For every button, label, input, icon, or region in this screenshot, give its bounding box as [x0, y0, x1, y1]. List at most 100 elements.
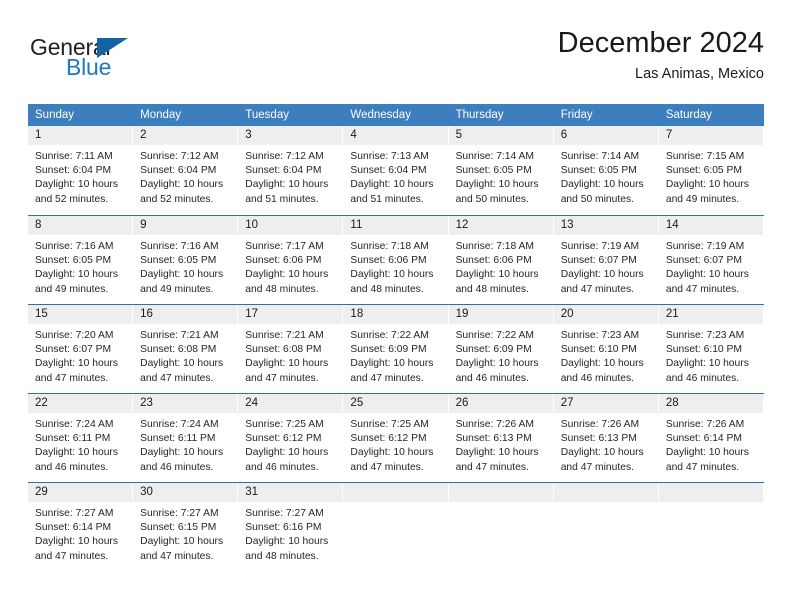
- day-cell[interactable]: 2 Sunrise: 7:12 AM Sunset: 6:04 PM Daylight…: [133, 126, 239, 215]
- day-details: Sunrise: 7:18 AM Sunset: 6:06 PM Daylight:…: [343, 235, 448, 297]
- sunset-text: Sunset: 6:05 PM: [455, 165, 532, 177]
- day-cell[interactable]: 1 Sunrise: 7:11 AM Sunset: 6:04 PM Daylight…: [28, 126, 134, 215]
- day-cell[interactable]: 27 Sunrise: 7:26 AM Sunset: 6:13 PM Dayligh…: [553, 394, 659, 482]
- sunrise-text: Sunrise: 7:25 AM: [245, 419, 324, 430]
- day-number-band: 4: [343, 126, 449, 145]
- sunset-text: Sunset: 6:04 PM: [140, 165, 217, 177]
- daylight-text-cont: and 47 minutes.: [350, 372, 424, 384]
- daylight-text: Daylight: 10 hours: [350, 179, 434, 191]
- daylight-text-cont: and 47 minutes.: [140, 372, 214, 384]
- day-number: 26: [455, 397, 469, 409]
- sunset-text: Sunset: 6:08 PM: [245, 344, 322, 356]
- day-cell[interactable]: 18 Sunrise: 7:22 AM Sunset: 6:09 PM Dayligh…: [343, 305, 449, 393]
- day-number-band: 6: [553, 126, 659, 145]
- day-number: 20: [560, 308, 574, 320]
- day-cell[interactable]: 13 Sunrise: 7:19 AM Sunset: 6:07 PM Dayligh…: [553, 216, 659, 304]
- day-details: Sunrise: 7:26 AM Sunset: 6:13 PM Daylight:…: [554, 413, 659, 475]
- day-number: 5: [455, 129, 462, 141]
- day-number-band: 9: [133, 216, 239, 235]
- day-cell[interactable]: 4 Sunrise: 7:13 AM Sunset: 6:04 PM Daylight…: [343, 126, 449, 215]
- day-number-band: 25: [343, 394, 449, 413]
- day-number-band: 23: [133, 394, 239, 413]
- sunset-text: Sunset: 6:07 PM: [35, 344, 112, 356]
- day-cell[interactable]: 30 Sunrise: 7:27 AM Sunset: 6:15 PM Dayligh…: [133, 483, 239, 571]
- day-details: Sunrise: 7:27 AM Sunset: 6:14 PM Daylight:…: [28, 502, 133, 564]
- day-cell[interactable]: 12 Sunrise: 7:18 AM Sunset: 6:06 PM Dayligh…: [448, 216, 554, 304]
- day-cell[interactable]: 25 Sunrise: 7:25 AM Sunset: 6:12 PM Dayligh…: [343, 394, 449, 482]
- day-cell[interactable]: 7 Sunrise: 7:15 AM Sunset: 6:05 PM Daylight…: [658, 126, 764, 215]
- day-number: 21: [665, 308, 679, 320]
- day-number: 19: [455, 308, 469, 320]
- day-details: Sunrise: 7:19 AM Sunset: 6:07 PM Daylight:…: [554, 235, 659, 297]
- sunset-text: Sunset: 6:11 PM: [140, 433, 216, 445]
- general-blue-logo[interactable]: General Blue: [30, 34, 200, 86]
- day-details: Sunrise: 7:24 AM Sunset: 6:11 PM Daylight:…: [133, 413, 238, 475]
- day-number: 1: [35, 129, 42, 141]
- day-cell[interactable]: 19 Sunrise: 7:22 AM Sunset: 6:09 PM Dayligh…: [448, 305, 554, 393]
- day-cell[interactable]: 26 Sunrise: 7:26 AM Sunset: 6:13 PM Dayligh…: [448, 394, 554, 482]
- day-number: 23: [140, 397, 153, 409]
- sunrise-text: Sunrise: 7:23 AM: [665, 330, 745, 341]
- day-details: Sunrise: 7:22 AM Sunset: 6:09 PM Daylight:…: [343, 324, 448, 386]
- day-number-band: 28: [658, 394, 764, 413]
- daylight-text-cont: and 47 minutes.: [665, 283, 740, 295]
- day-cell[interactable]: 20 Sunrise: 7:23 AM Sunset: 6:10 PM Dayligh…: [553, 305, 659, 393]
- day-details: [659, 502, 764, 507]
- sunrise-text: Sunrise: 7:19 AM: [665, 241, 745, 252]
- page-subtitle: Las Animas, Mexico: [635, 66, 764, 82]
- sunset-text: Sunset: 6:10 PM: [560, 344, 637, 356]
- sunset-text: Sunset: 6:06 PM: [455, 255, 532, 267]
- day-cell[interactable]: 10 Sunrise: 7:17 AM Sunset: 6:06 PM Dayligh…: [238, 216, 344, 304]
- daylight-text: Daylight: 10 hours: [455, 269, 539, 281]
- day-details: Sunrise: 7:21 AM Sunset: 6:08 PM Daylight:…: [133, 324, 238, 386]
- day-number-band: [658, 483, 764, 502]
- sunrise-text: Sunrise: 7:22 AM: [350, 330, 429, 341]
- day-number: 3: [245, 129, 252, 141]
- daylight-text: Daylight: 10 hours: [560, 358, 644, 370]
- day-number-band: 30: [133, 483, 239, 502]
- day-cell[interactable]: 21 Sunrise: 7:23 AM Sunset: 6:10 PM Dayligh…: [658, 305, 764, 393]
- daylight-text: Daylight: 10 hours: [245, 269, 329, 281]
- day-details: Sunrise: 7:14 AM Sunset: 6:05 PM Daylight:…: [554, 145, 659, 207]
- day-cell[interactable]: 29 Sunrise: 7:27 AM Sunset: 6:14 PM Dayligh…: [28, 483, 134, 571]
- day-cell[interactable]: 17 Sunrise: 7:21 AM Sunset: 6:08 PM Dayligh…: [238, 305, 344, 393]
- day-cell[interactable]: 5 Sunrise: 7:14 AM Sunset: 6:05 PM Daylight…: [448, 126, 554, 215]
- day-details: Sunrise: 7:27 AM Sunset: 6:16 PM Daylight:…: [238, 502, 343, 564]
- day-cell[interactable]: 9 Sunrise: 7:16 AM Sunset: 6:05 PM Daylight…: [133, 216, 239, 304]
- day-number: 11: [350, 219, 363, 231]
- daylight-text-cont: and 47 minutes.: [350, 461, 424, 473]
- day-cell[interactable]: 3 Sunrise: 7:12 AM Sunset: 6:04 PM Daylight…: [238, 126, 344, 215]
- day-number-band: 20: [553, 305, 659, 324]
- day-number-band: 1: [28, 126, 134, 145]
- day-cell[interactable]: 16 Sunrise: 7:21 AM Sunset: 6:08 PM Dayligh…: [133, 305, 239, 393]
- sunrise-text: Sunrise: 7:26 AM: [665, 419, 745, 430]
- day-number: 30: [140, 486, 153, 498]
- day-cell[interactable]: 28 Sunrise: 7:26 AM Sunset: 6:14 PM Dayligh…: [658, 394, 764, 482]
- day-details: Sunrise: 7:23 AM Sunset: 6:10 PM Daylight:…: [659, 324, 764, 386]
- day-number-band: 21: [658, 305, 764, 324]
- day-details: Sunrise: 7:22 AM Sunset: 6:09 PM Daylight:…: [449, 324, 554, 386]
- day-cell[interactable]: 22 Sunrise: 7:24 AM Sunset: 6:11 PM Dayligh…: [28, 394, 134, 482]
- day-number: 9: [140, 219, 147, 231]
- daylight-text-cont: and 46 minutes.: [140, 461, 214, 473]
- daylight-text: Daylight: 10 hours: [245, 358, 329, 370]
- sunrise-text: Sunrise: 7:27 AM: [35, 508, 114, 519]
- day-cell[interactable]: 23 Sunrise: 7:24 AM Sunset: 6:11 PM Dayligh…: [133, 394, 239, 482]
- day-number-band: 29: [28, 483, 134, 502]
- sunrise-text: Sunrise: 7:27 AM: [140, 508, 219, 519]
- calendar-grid: Sunday Monday Tuesday Wednesday Thursday…: [28, 104, 764, 571]
- day-cell[interactable]: 8 Sunrise: 7:16 AM Sunset: 6:05 PM Daylight…: [28, 216, 134, 304]
- week-row: 8 Sunrise: 7:16 AM Sunset: 6:05 PM Daylight…: [28, 215, 764, 304]
- day-cell[interactable]: 24 Sunrise: 7:25 AM Sunset: 6:12 PM Dayligh…: [238, 394, 344, 482]
- day-cell[interactable]: 14 Sunrise: 7:19 AM Sunset: 6:07 PM Dayligh…: [658, 216, 764, 304]
- day-cell[interactable]: 15 Sunrise: 7:20 AM Sunset: 6:07 PM Dayligh…: [28, 305, 134, 393]
- day-number-band: 22: [28, 394, 134, 413]
- sunset-text: Sunset: 6:13 PM: [560, 433, 637, 445]
- day-details: Sunrise: 7:23 AM Sunset: 6:10 PM Daylight:…: [554, 324, 659, 386]
- day-cell[interactable]: 6 Sunrise: 7:14 AM Sunset: 6:05 PM Daylight…: [553, 126, 659, 215]
- weekday-header-wednesday: Wednesday: [350, 109, 411, 121]
- day-cell[interactable]: 31 Sunrise: 7:27 AM Sunset: 6:16 PM Dayligh…: [238, 483, 344, 571]
- sunset-text: Sunset: 6:05 PM: [665, 165, 742, 177]
- sunset-text: Sunset: 6:11 PM: [35, 433, 111, 445]
- day-cell[interactable]: 11 Sunrise: 7:18 AM Sunset: 6:06 PM Dayligh…: [343, 216, 449, 304]
